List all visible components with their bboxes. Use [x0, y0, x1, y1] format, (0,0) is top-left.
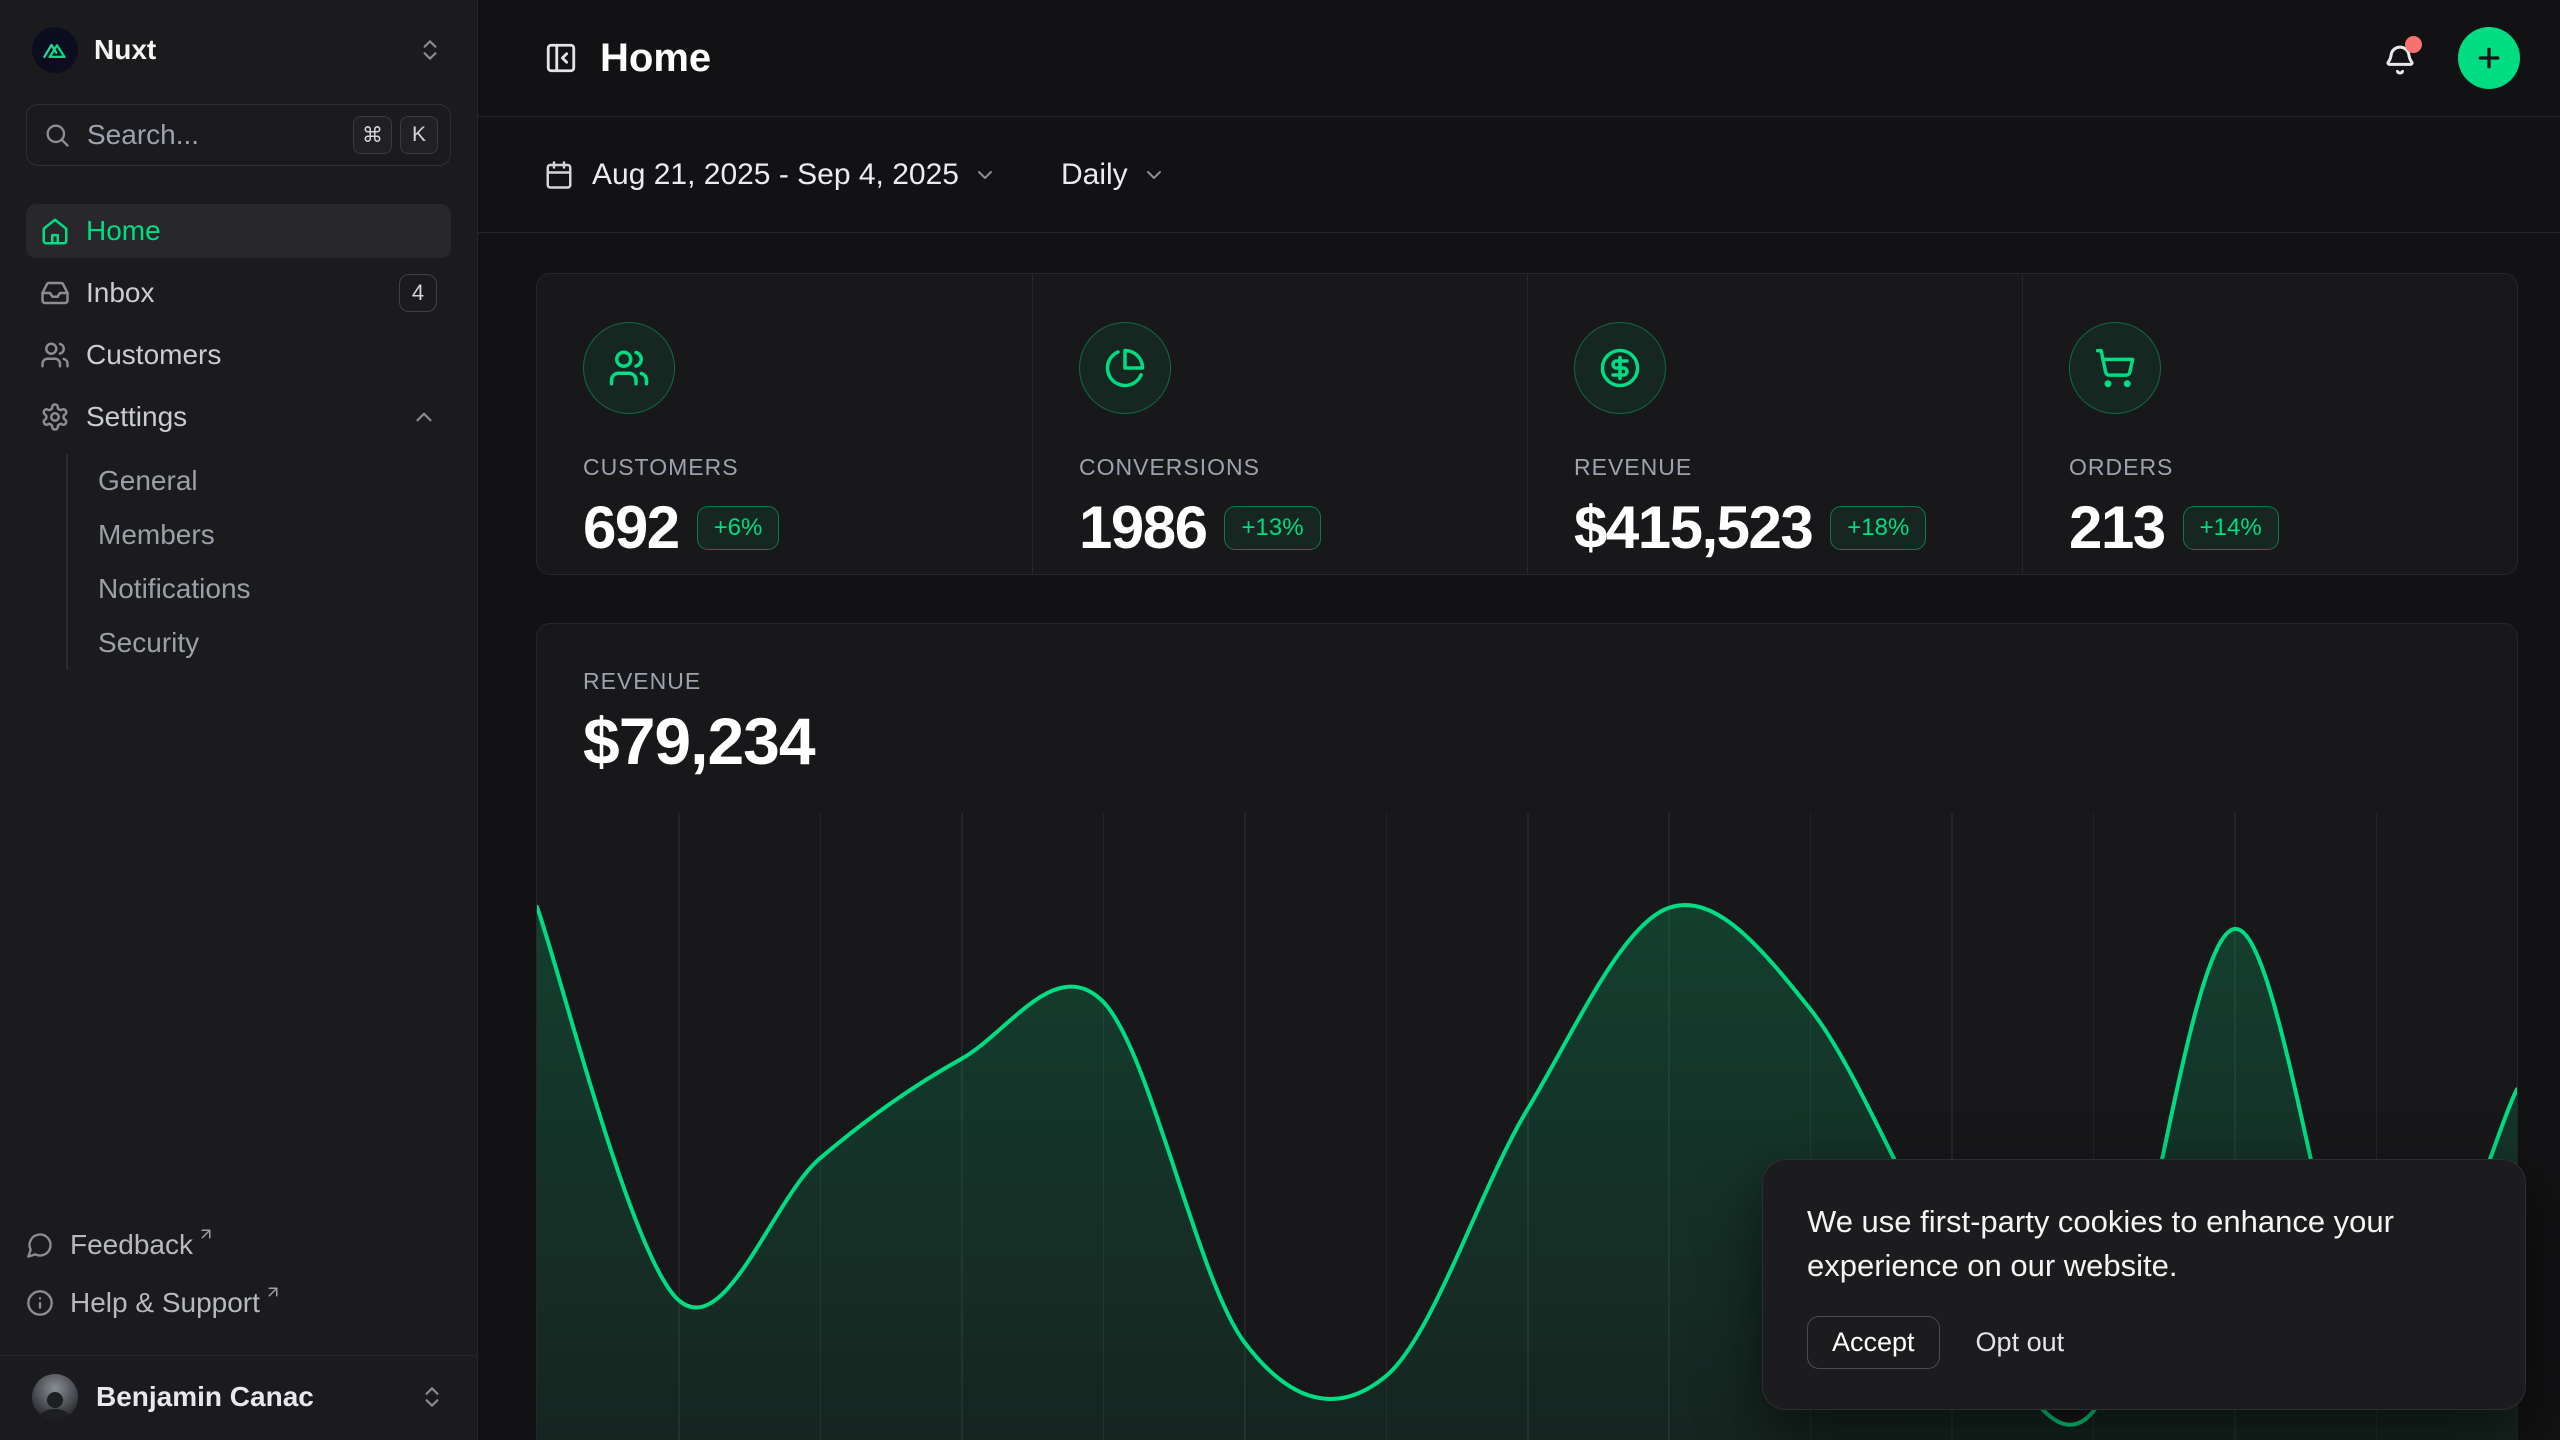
sidebar-item-home[interactable]: Home: [26, 204, 451, 258]
notifications-button[interactable]: [2382, 40, 2418, 76]
calendar-icon: [544, 160, 574, 190]
info-icon: [26, 1289, 54, 1317]
stat-label: CUSTOMERS: [583, 454, 986, 481]
date-range-picker[interactable]: Aug 21, 2025 - Sep 4, 2025: [544, 158, 997, 192]
shopping-cart-icon: [2069, 322, 2161, 414]
nuxt-logo: [32, 27, 78, 73]
revenue-chart-header: REVENUE $79,234: [537, 624, 2517, 779]
filter-toolbar: Aug 21, 2025 - Sep 4, 2025 Daily: [478, 117, 2560, 233]
kbd-k: K: [400, 116, 438, 154]
accept-cookies-button[interactable]: Accept: [1807, 1316, 1940, 1369]
message-circle-icon: [26, 1231, 54, 1259]
sidebar-item-customers[interactable]: Customers: [26, 328, 451, 382]
sidebar-item-security[interactable]: Security: [98, 616, 451, 670]
optout-cookies-button[interactable]: Opt out: [1976, 1327, 2065, 1358]
stat-delta-badge: +6%: [697, 506, 780, 550]
sidebar-item-members[interactable]: Members: [98, 508, 451, 562]
add-button[interactable]: [2458, 27, 2520, 89]
panel-collapse-icon[interactable]: [544, 41, 578, 75]
feedback-link[interactable]: Feedback: [26, 1219, 451, 1273]
stat-delta-badge: +18%: [1830, 506, 1926, 550]
plus-icon: [2474, 43, 2504, 73]
users-icon: [40, 340, 70, 370]
inbox-count-badge: 4: [399, 274, 437, 312]
stats-panel: CUSTOMERS 692 +6% CONVERSIONS 1986 +13%: [536, 273, 2518, 575]
sidebar-item-inbox[interactable]: Inbox 4: [26, 266, 451, 320]
sidebar-item-label: Home: [86, 215, 161, 247]
stat-label: CONVERSIONS: [1079, 454, 1481, 481]
sidebar-item-notifications[interactable]: Notifications: [98, 562, 451, 616]
search-placeholder: Search...: [87, 119, 199, 151]
sub-item-label: General: [98, 465, 198, 497]
external-link-icon: [264, 1283, 282, 1301]
external-link-icon: [197, 1225, 215, 1243]
sidebar: Nuxt Search... ⌘ K Home: [0, 0, 478, 1440]
cookie-message: We use first-party cookies to enhance yo…: [1807, 1200, 2481, 1288]
home-icon: [40, 216, 70, 246]
users-icon: [583, 322, 675, 414]
kbd-cmd: ⌘: [353, 116, 392, 154]
sidebar-footer: Feedback Help & Support: [26, 1219, 451, 1331]
notification-dot: [2405, 36, 2422, 53]
stat-conversions[interactable]: CONVERSIONS 1986 +13%: [1032, 274, 1527, 575]
stat-delta-badge: +14%: [2183, 506, 2279, 550]
settings-subnav: General Members Notifications Security: [66, 454, 451, 670]
stat-value: $415,523: [1574, 493, 1812, 562]
search-icon: [43, 121, 71, 149]
stat-delta-badge: +13%: [1224, 506, 1320, 550]
stat-orders[interactable]: ORDERS 213 +14%: [2022, 274, 2517, 575]
sidebar-item-settings[interactable]: Settings: [26, 390, 451, 444]
cookie-actions: Accept Opt out: [1807, 1316, 2481, 1369]
chevron-up-icon: [411, 404, 437, 430]
settings-gear-icon: [40, 402, 70, 432]
sub-item-label: Security: [98, 627, 199, 659]
cookie-banner: We use first-party cookies to enhance yo…: [1762, 1159, 2526, 1410]
period-select[interactable]: Daily: [1061, 158, 1166, 192]
stat-value: 692: [583, 493, 679, 562]
page-title: Home: [600, 36, 711, 81]
search-input[interactable]: Search... ⌘ K: [26, 104, 451, 166]
pie-chart-icon: [1079, 322, 1171, 414]
nuxt-logo-icon: [40, 35, 70, 65]
help-support-label: Help & Support: [70, 1287, 260, 1319]
page-header: Home: [478, 0, 2560, 117]
circle-dollar-icon: [1574, 322, 1666, 414]
feedback-label: Feedback: [70, 1229, 193, 1261]
sub-item-label: Notifications: [98, 573, 251, 605]
sub-item-label: Members: [98, 519, 215, 551]
stat-customers[interactable]: CUSTOMERS 692 +6%: [537, 274, 1032, 575]
chevrons-up-down-icon: [417, 37, 443, 63]
sidebar-item-general[interactable]: General: [98, 454, 451, 508]
sidebar-item-label: Settings: [86, 401, 187, 433]
chevron-down-icon: [973, 163, 997, 187]
user-menu[interactable]: Benjamin Canac: [26, 1356, 451, 1440]
sidebar-nav: Home Inbox 4 Customers Sett: [26, 204, 451, 670]
search-shortcut: ⌘ K: [353, 116, 438, 154]
user-name: Benjamin Canac: [96, 1381, 314, 1413]
stat-value: 1986: [1079, 493, 1206, 562]
workspace-name: Nuxt: [94, 34, 156, 66]
sidebar-item-label: Customers: [86, 339, 221, 371]
revenue-chart-label: REVENUE: [583, 668, 2471, 695]
stat-label: REVENUE: [1574, 454, 1976, 481]
period-value: Daily: [1061, 158, 1128, 192]
revenue-chart-value: $79,234: [583, 703, 2471, 779]
stat-revenue[interactable]: REVENUE $415,523 +18%: [1527, 274, 2022, 575]
chevrons-up-down-icon: [419, 1384, 445, 1410]
help-support-link[interactable]: Help & Support: [26, 1277, 451, 1331]
date-range-value: Aug 21, 2025 - Sep 4, 2025: [592, 158, 959, 192]
stat-label: ORDERS: [2069, 454, 2471, 481]
sidebar-item-label: Inbox: [86, 277, 155, 309]
workspace-switcher[interactable]: Nuxt: [26, 24, 451, 76]
stat-value: 213: [2069, 493, 2165, 562]
user-avatar: [32, 1374, 78, 1420]
chevron-down-icon: [1142, 163, 1166, 187]
inbox-icon: [40, 278, 70, 308]
